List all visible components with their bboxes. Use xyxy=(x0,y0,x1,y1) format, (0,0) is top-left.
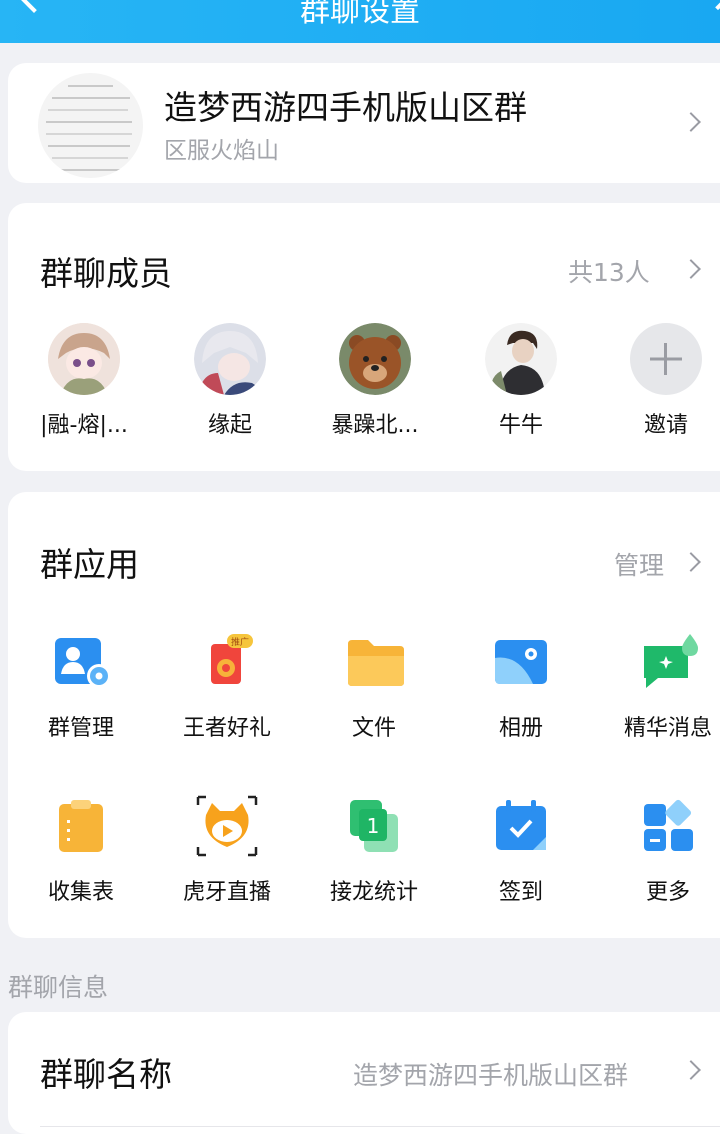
chevron-right-icon xyxy=(681,552,701,572)
member-count[interactable]: 共13人 xyxy=(568,253,650,289)
solitaire-icon: 1 xyxy=(346,798,402,854)
apps-card: 群应用 管理 群管理 推广 王者好礼 文件 相册 精华消息 收集表 虎牙直播 1… xyxy=(8,492,720,938)
member-item[interactable]: |融-熔|... xyxy=(24,323,144,439)
members-card: 群聊成员 共13人 |融-熔|... 缘起 暴躁北... 牛牛 邀请 xyxy=(8,203,720,471)
album-icon xyxy=(493,634,549,690)
chevron-right-icon xyxy=(681,112,701,132)
chevron-right-icon xyxy=(681,259,701,279)
group-subtitle: 区服火焰山 xyxy=(164,138,279,164)
app-essence[interactable]: 精华消息 xyxy=(598,634,720,742)
member-name: 牛牛 xyxy=(498,413,543,438)
promo-badge: 推广 xyxy=(231,636,249,648)
group-name-label: 群聊名称 xyxy=(40,1055,172,1094)
more-apps-icon xyxy=(640,798,696,854)
member-name: |融-熔|... xyxy=(40,413,128,438)
title-bar: 群聊设置 xyxy=(0,0,720,43)
app-label: 接龙统计 xyxy=(329,880,418,905)
group-name-row[interactable]: 群聊名称 造梦西游四手机版山区群 xyxy=(8,1012,720,1134)
group-profile-card[interactable]: 造梦西游四手机版山区群 区服火焰山 xyxy=(8,63,720,183)
svg-text:1: 1 xyxy=(367,814,380,838)
member-name: 缘起 xyxy=(207,413,252,438)
huya-live-icon xyxy=(196,795,258,857)
app-label: 收集表 xyxy=(47,880,114,905)
invite-label: 邀请 xyxy=(643,413,688,438)
invite-button[interactable]: 邀请 xyxy=(606,323,720,439)
avatar xyxy=(194,323,266,395)
avatar xyxy=(339,323,411,395)
chevron-right-icon xyxy=(681,1060,701,1080)
app-more[interactable]: 更多 xyxy=(598,798,720,906)
app-files[interactable]: 文件 xyxy=(304,634,444,742)
apps-title: 群应用 xyxy=(40,545,139,584)
app-album[interactable]: 相册 xyxy=(451,634,591,742)
member-item[interactable]: 牛牛 xyxy=(461,323,581,439)
app-checkin[interactable]: 签到 xyxy=(451,798,591,906)
group-manage-icon xyxy=(53,634,111,690)
group-name-value: 造梦西游四手机版山区群 xyxy=(353,1061,629,1090)
app-label: 虎牙直播 xyxy=(182,880,271,905)
members-title: 群聊成员 xyxy=(40,254,172,293)
app-huya[interactable]: 虎牙直播 xyxy=(157,795,297,906)
checkin-calendar-icon xyxy=(493,798,549,854)
clipboard-icon xyxy=(53,798,109,854)
group-avatar xyxy=(38,73,143,178)
app-label: 文件 xyxy=(351,716,396,741)
avatar xyxy=(485,323,557,395)
app-label: 更多 xyxy=(645,880,690,905)
app-solitaire[interactable]: 1 接龙统计 xyxy=(304,798,444,906)
app-game-gift[interactable]: 推广 王者好礼 xyxy=(157,634,297,742)
manage-link[interactable]: 管理 xyxy=(614,546,664,582)
member-name: 暴躁北... xyxy=(331,413,419,438)
member-item[interactable]: 暴躁北... xyxy=(315,323,435,439)
group-info-label: 群聊信息 xyxy=(8,973,109,1002)
divider xyxy=(40,1126,720,1127)
page-title: 群聊设置 xyxy=(300,0,420,29)
group-name: 造梦西游四手机版山区群 xyxy=(164,88,527,127)
member-item[interactable]: 缘起 xyxy=(170,323,290,439)
essence-message-icon xyxy=(640,634,698,690)
app-label: 相册 xyxy=(498,716,543,741)
app-label: 签到 xyxy=(498,880,543,905)
plus-icon xyxy=(630,323,702,395)
folder-icon xyxy=(346,634,404,690)
app-label: 群管理 xyxy=(47,716,114,741)
app-form[interactable]: 收集表 xyxy=(11,798,151,906)
avatar xyxy=(48,323,120,395)
app-group-manage[interactable]: 群管理 xyxy=(11,634,151,742)
game-gift-icon: 推广 xyxy=(199,634,255,690)
app-label: 精华消息 xyxy=(623,716,712,741)
app-label: 王者好礼 xyxy=(182,716,271,741)
